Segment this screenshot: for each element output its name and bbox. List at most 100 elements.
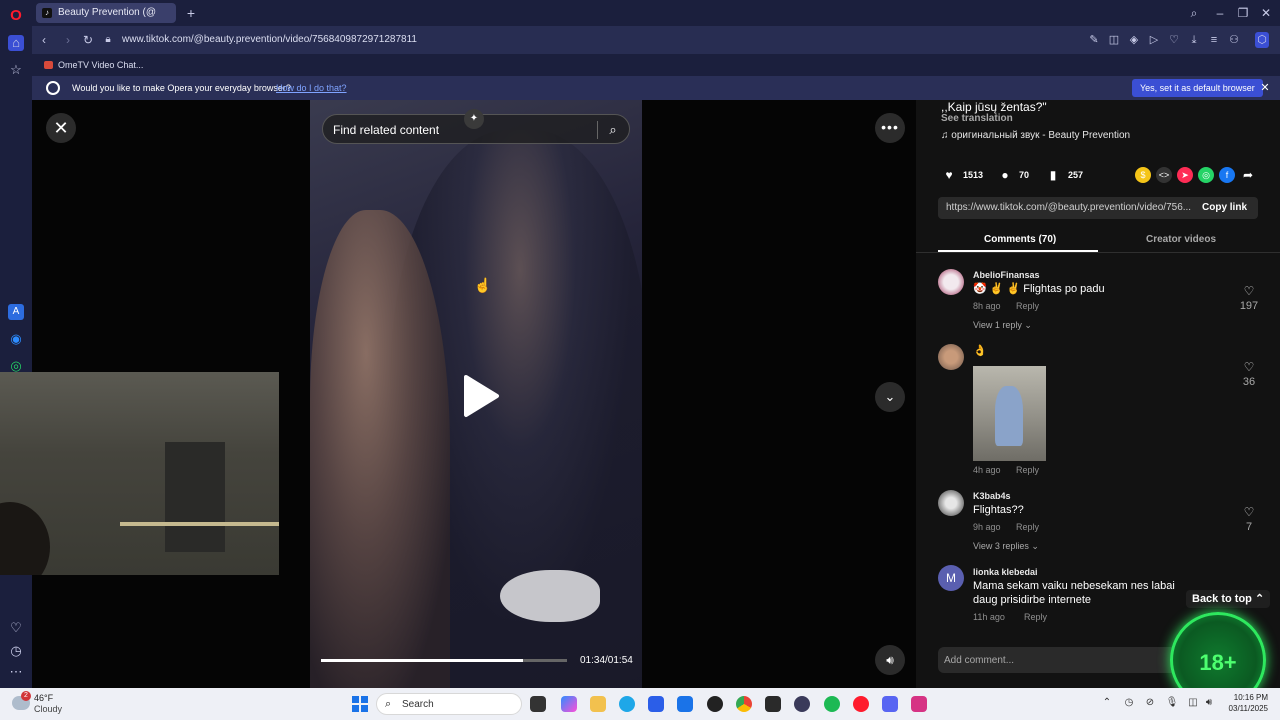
back-icon[interactable]: ‹ bbox=[36, 32, 52, 48]
search-icon[interactable]: ⌕ bbox=[605, 121, 621, 139]
profile-icon[interactable]: ⚇ bbox=[1227, 32, 1241, 48]
video-link[interactable]: https://www.tiktok.com/@beauty.preventio… bbox=[946, 201, 1192, 215]
tray-app-icon[interactable]: ◷ bbox=[1122, 696, 1136, 710]
banner-help-link[interactable]: How do I do that? bbox=[276, 81, 347, 95]
star-icon[interactable]: ☆ bbox=[8, 62, 24, 78]
add-comment-input[interactable] bbox=[944, 652, 1164, 668]
wifi-icon[interactable]: ◫ bbox=[1186, 696, 1200, 710]
comment-like-icon[interactable]: ♡ bbox=[1242, 360, 1256, 374]
reply-button[interactable]: Reply bbox=[1016, 464, 1039, 476]
favorite-icon[interactable]: ♡ bbox=[1167, 32, 1181, 48]
aria-icon[interactable]: A bbox=[8, 304, 24, 320]
task-view-icon[interactable] bbox=[530, 696, 546, 712]
volume-button[interactable]: 🔊︎ bbox=[875, 645, 905, 675]
sparkle-icon[interactable]: ✦ bbox=[464, 109, 484, 129]
forward-icon[interactable]: › bbox=[60, 32, 76, 48]
camera-icon[interactable]: ◫ bbox=[1107, 32, 1121, 48]
progress-bar[interactable] bbox=[321, 659, 567, 662]
tab-creator-videos[interactable]: Creator videos bbox=[1146, 233, 1216, 247]
close-video-button[interactable]: ✕ bbox=[46, 113, 76, 143]
chevron-up-icon[interactable]: ⌃ bbox=[1100, 696, 1114, 710]
banner-close-icon[interactable]: ✕ bbox=[1258, 80, 1272, 96]
facebook-icon[interactable]: f bbox=[1219, 167, 1235, 183]
reply-button[interactable]: Reply bbox=[1024, 611, 1047, 623]
copy-link-button[interactable]: Copy link bbox=[1202, 201, 1247, 215]
comment-username[interactable]: AbelioFinansas bbox=[973, 269, 1040, 281]
url-field[interactable]: www.tiktok.com/@beauty.prevention/video/… bbox=[122, 33, 417, 47]
edge-icon[interactable] bbox=[619, 696, 635, 712]
history-icon[interactable]: ◷ bbox=[8, 643, 24, 659]
extensions-icon[interactable]: ⬡ bbox=[1255, 32, 1269, 48]
edit-icon[interactable]: ✎ bbox=[1087, 32, 1101, 48]
home-icon[interactable]: ⌂ bbox=[8, 35, 24, 51]
related-search-input[interactable]: Find related content bbox=[333, 122, 439, 138]
view-replies[interactable]: View 1 reply ⌄ bbox=[973, 319, 1032, 331]
discord-icon[interactable] bbox=[882, 696, 898, 712]
search-tabs-icon[interactable]: ⌕ bbox=[1186, 5, 1202, 21]
download-icon[interactable]: ⤓ bbox=[1187, 32, 1201, 48]
spotify-icon[interactable] bbox=[824, 696, 840, 712]
comment-username[interactable]: K3bab4s bbox=[973, 490, 1011, 502]
tab-comments[interactable]: Comments (70) bbox=[984, 233, 1056, 247]
webcam-overlay[interactable] bbox=[0, 372, 279, 575]
minimize-icon[interactable]: – bbox=[1212, 5, 1228, 21]
avatar[interactable] bbox=[938, 269, 964, 295]
reload-icon[interactable]: ↻ bbox=[80, 32, 96, 48]
player-icon[interactable]: ▷ bbox=[1147, 32, 1161, 48]
copilot-icon[interactable] bbox=[561, 696, 577, 712]
weather-temp[interactable]: 46°F bbox=[34, 693, 53, 704]
sound-link[interactable]: ♫ оригинальный звук - Beauty Prevention bbox=[941, 129, 1130, 143]
reply-button[interactable]: Reply bbox=[1016, 300, 1039, 312]
back-to-top-button[interactable]: Back to top ⌃ bbox=[1186, 590, 1271, 608]
heart-icon[interactable]: ♡ bbox=[8, 620, 24, 636]
chrome-icon[interactable] bbox=[736, 696, 752, 712]
next-video-button[interactable]: ⌄ bbox=[875, 382, 905, 412]
reply-button[interactable]: Reply bbox=[1016, 521, 1039, 533]
clock-time[interactable]: 10:16 PM bbox=[1228, 693, 1268, 703]
microphone-icon[interactable]: 🎙︎ bbox=[1165, 696, 1179, 710]
taskbar-search[interactable]: ⌕ Search bbox=[376, 693, 522, 715]
comment-icon[interactable]: ● bbox=[997, 167, 1013, 183]
outlook-icon[interactable] bbox=[677, 696, 693, 712]
comment-like-icon[interactable]: ♡ bbox=[1242, 284, 1256, 298]
comment-username[interactable]: lionka klebedai bbox=[973, 566, 1038, 578]
app-icon[interactable] bbox=[911, 696, 927, 712]
whatsapp-share-icon[interactable]: ◎ bbox=[1198, 167, 1214, 183]
avatar[interactable] bbox=[938, 344, 964, 370]
messenger-icon[interactable]: ◉ bbox=[8, 331, 24, 347]
bookmark-ometv[interactable]: OmeTV Video Chat... bbox=[44, 58, 143, 72]
volume-icon[interactable]: 🔊︎ bbox=[1202, 696, 1216, 710]
app-icon[interactable] bbox=[794, 696, 810, 712]
coin-icon[interactable]: $ bbox=[1135, 167, 1151, 183]
file-explorer-icon[interactable] bbox=[590, 696, 606, 712]
opera-logo-icon[interactable]: O bbox=[8, 8, 24, 24]
tray-app-icon[interactable]: ⊘ bbox=[1143, 696, 1157, 710]
windows-start-icon[interactable] bbox=[352, 696, 368, 712]
store-icon[interactable] bbox=[648, 696, 664, 712]
app-icon[interactable] bbox=[765, 696, 781, 712]
play-icon[interactable] bbox=[460, 374, 500, 418]
shield-icon[interactable]: ◈ bbox=[1127, 32, 1141, 48]
avatar[interactable] bbox=[938, 490, 964, 516]
more-options-button[interactable]: ••• bbox=[875, 113, 905, 143]
new-tab-button[interactable]: + bbox=[182, 4, 200, 22]
clock-date[interactable]: 03/11/2025 bbox=[1220, 704, 1268, 714]
set-default-button[interactable]: Yes, set it as default browser bbox=[1132, 79, 1263, 97]
see-translation-link[interactable]: See translation bbox=[941, 112, 1013, 126]
browser-tab[interactable]: ♪ Beauty Prevention (@ bbox=[36, 3, 176, 23]
bookmark-icon[interactable]: ▮ bbox=[1045, 167, 1061, 183]
lock-icon[interactable]: 🔒︎ bbox=[100, 32, 116, 48]
app-icon[interactable] bbox=[707, 696, 723, 712]
comment-image[interactable] bbox=[973, 366, 1046, 461]
embed-icon[interactable]: <> bbox=[1156, 167, 1172, 183]
comment-like-icon[interactable]: ♡ bbox=[1242, 505, 1256, 519]
restore-icon[interactable]: ❐ bbox=[1235, 5, 1251, 21]
weather-condition[interactable]: Cloudy bbox=[34, 704, 62, 715]
like-icon[interactable]: ♥ bbox=[941, 167, 957, 183]
send-icon[interactable]: ➤ bbox=[1177, 167, 1193, 183]
close-window-icon[interactable]: ✕ bbox=[1258, 5, 1274, 21]
menu-icon[interactable]: ≡ bbox=[1207, 32, 1221, 48]
more-icon[interactable]: ⋯ bbox=[8, 664, 24, 680]
view-replies[interactable]: View 3 replies ⌄ bbox=[973, 540, 1039, 552]
avatar[interactable]: M bbox=[938, 565, 964, 591]
